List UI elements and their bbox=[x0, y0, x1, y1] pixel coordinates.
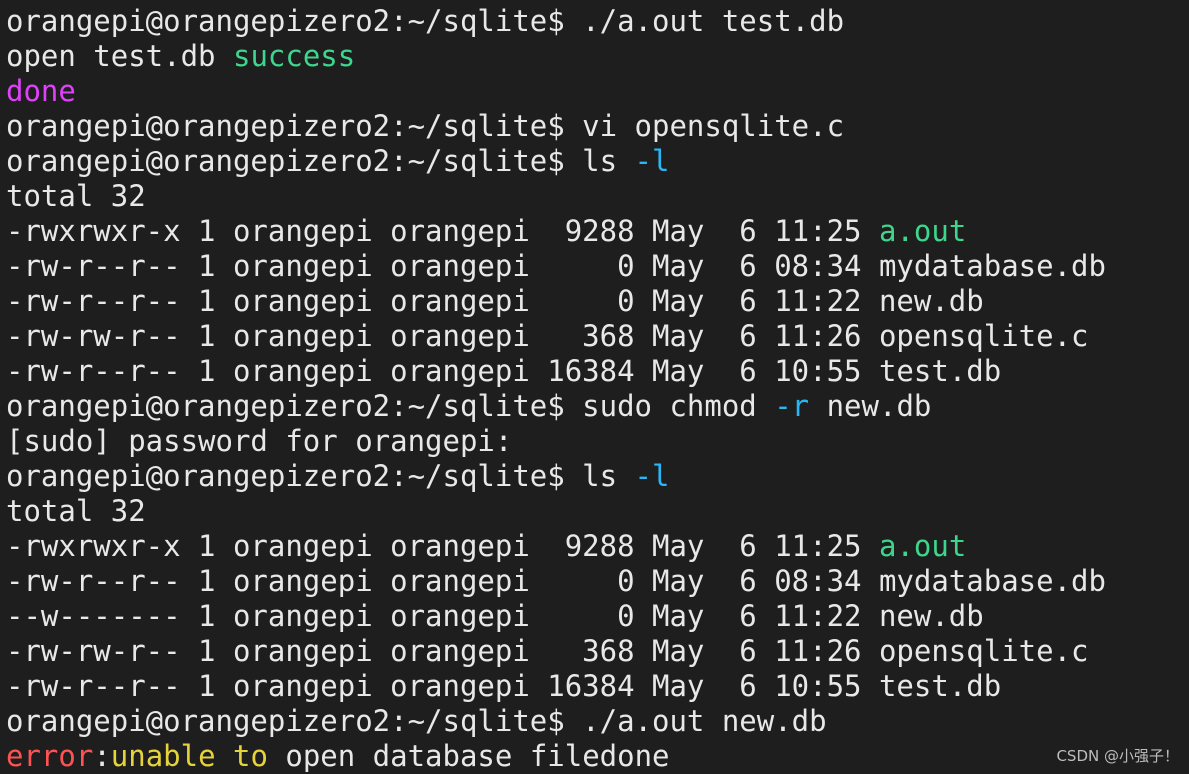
terminal-text-segment: new.db bbox=[809, 389, 932, 423]
terminal-text-segment: orangepi@orangepizero2:~/sqlite$ ls bbox=[6, 144, 635, 178]
terminal-text-segment: -r bbox=[774, 389, 810, 423]
terminal-line: [sudo] password for orangepi: bbox=[6, 424, 1106, 459]
terminal-line: done bbox=[6, 74, 1106, 109]
terminal-line: -rw-r--r-- 1 orangepi orangepi 16384 May… bbox=[6, 354, 1106, 389]
terminal-line: orangepi@orangepizero2:~/sqlite$ ls -l bbox=[6, 459, 1106, 494]
terminal-text-segment: -l bbox=[634, 144, 670, 178]
terminal-window[interactable]: orangepi@orangepizero2:~/sqlite$ ./a.out… bbox=[0, 0, 1189, 774]
terminal-line: orangepi@orangepizero2:~/sqlite$ ./a.out… bbox=[6, 704, 1106, 739]
terminal-line: -rw-r--r-- 1 orangepi orangepi 0 May 6 1… bbox=[6, 284, 1106, 319]
csdn-watermark: CSDN @小强子！ bbox=[1056, 747, 1179, 765]
terminal-text-segment: --w------- 1 orangepi orangepi 0 May 6 1… bbox=[6, 599, 984, 633]
terminal-line: orangepi@orangepizero2:~/sqlite$ vi open… bbox=[6, 109, 1106, 144]
terminal-line: orangepi@orangepizero2:~/sqlite$ ls -l bbox=[6, 144, 1106, 179]
terminal-line: -rw-rw-r-- 1 orangepi orangepi 368 May 6… bbox=[6, 634, 1106, 669]
terminal-output: orangepi@orangepizero2:~/sqlite$ ./a.out… bbox=[6, 4, 1106, 774]
terminal-line: error:unable to open database filedone bbox=[6, 739, 1106, 774]
terminal-line: open test.db success bbox=[6, 39, 1106, 74]
terminal-text-segment: orangepi@orangepizero2:~/sqlite$ ./a.out… bbox=[6, 4, 845, 38]
terminal-text-segment: -rw-r--r-- 1 orangepi orangepi 16384 May… bbox=[6, 669, 1002, 703]
terminal-text-segment: error bbox=[6, 739, 94, 773]
terminal-text-segment: a.out bbox=[878, 529, 967, 563]
terminal-text-segment: -rw-r--r-- 1 orangepi orangepi 0 May 6 0… bbox=[6, 564, 1106, 598]
terminal-text-segment: -rw-rw-r-- 1 orangepi orangepi 368 May 6… bbox=[6, 634, 1089, 668]
terminal-text-segment: open test.db bbox=[6, 39, 233, 73]
terminal-text-segment: open database filedone bbox=[267, 739, 670, 773]
terminal-line: total 32 bbox=[6, 179, 1106, 214]
terminal-text-segment: -rw-rw-r-- 1 orangepi orangepi 368 May 6… bbox=[6, 319, 1089, 353]
terminal-text-segment: -rw-r--r-- 1 orangepi orangepi 0 May 6 1… bbox=[6, 284, 984, 318]
terminal-text-segment: orangepi@orangepizero2:~/sqlite$ ls bbox=[6, 459, 635, 493]
terminal-text-segment: -rwxrwxr-x 1 orangepi orangepi 9288 May … bbox=[6, 214, 879, 248]
terminal-text-segment: : bbox=[93, 739, 111, 773]
terminal-text-segment: -rw-r--r-- 1 orangepi orangepi 16384 May… bbox=[6, 354, 1002, 388]
terminal-text-segment: total 32 bbox=[6, 494, 146, 528]
terminal-line: --w------- 1 orangepi orangepi 0 May 6 1… bbox=[6, 599, 1106, 634]
terminal-line: orangepi@orangepizero2:~/sqlite$ sudo ch… bbox=[6, 389, 1106, 424]
terminal-text-segment: orangepi@orangepizero2:~/sqlite$ vi open… bbox=[6, 109, 845, 143]
terminal-text-segment: done bbox=[6, 74, 76, 108]
terminal-line: total 32 bbox=[6, 494, 1106, 529]
terminal-text-segment: success bbox=[232, 39, 356, 73]
terminal-text-segment: orangepi@orangepizero2:~/sqlite$ sudo ch… bbox=[6, 389, 775, 423]
terminal-text-segment: -l bbox=[634, 459, 670, 493]
terminal-text-segment: orangepi@orangepizero2:~/sqlite$ ./a.out… bbox=[6, 704, 827, 738]
terminal-line: -rw-r--r-- 1 orangepi orangepi 0 May 6 0… bbox=[6, 249, 1106, 284]
terminal-line: orangepi@orangepizero2:~/sqlite$ ./a.out… bbox=[6, 4, 1106, 39]
terminal-line: -rwxrwxr-x 1 orangepi orangepi 9288 May … bbox=[6, 214, 1106, 249]
terminal-line: -rw-r--r-- 1 orangepi orangepi 0 May 6 0… bbox=[6, 564, 1106, 599]
terminal-text-segment: a.out bbox=[878, 214, 967, 248]
terminal-text-segment: [sudo] password for orangepi: bbox=[6, 424, 513, 458]
terminal-text-segment: -rwxrwxr-x 1 orangepi orangepi 9288 May … bbox=[6, 529, 879, 563]
terminal-line: -rw-r--r-- 1 orangepi orangepi 16384 May… bbox=[6, 669, 1106, 704]
terminal-line: -rw-rw-r-- 1 orangepi orangepi 368 May 6… bbox=[6, 319, 1106, 354]
terminal-line: -rwxrwxr-x 1 orangepi orangepi 9288 May … bbox=[6, 529, 1106, 564]
terminal-text-segment: -rw-r--r-- 1 orangepi orangepi 0 May 6 0… bbox=[6, 249, 1106, 283]
terminal-text-segment: total 32 bbox=[6, 179, 146, 213]
terminal-text-segment: unable to bbox=[110, 739, 268, 773]
